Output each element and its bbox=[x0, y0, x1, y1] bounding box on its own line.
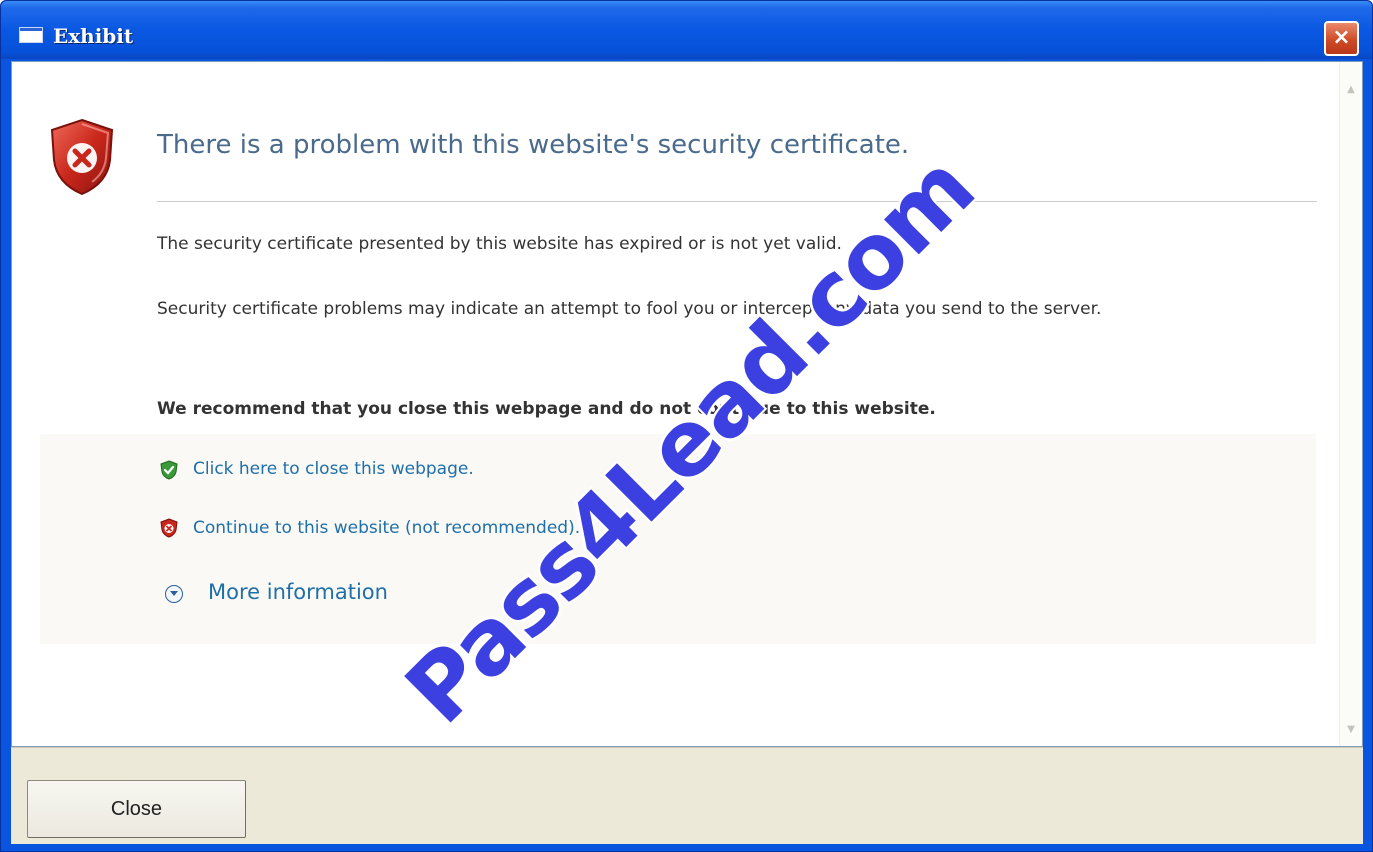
close-window-button[interactable]: × bbox=[1324, 21, 1359, 56]
close-webpage-link[interactable]: Click here to close this webpage. bbox=[193, 459, 474, 479]
page-title: There is a problem with this website's s… bbox=[157, 130, 910, 160]
scroll-up-icon[interactable]: ▲ bbox=[1343, 82, 1359, 98]
chevron-down-circle-icon[interactable] bbox=[165, 585, 183, 603]
window-title: Exhibit bbox=[53, 24, 134, 48]
more-information-link[interactable]: More information bbox=[208, 580, 388, 604]
recommendation-message: We recommend that you close this webpage… bbox=[157, 399, 936, 419]
dialog-footer: Close bbox=[11, 747, 1363, 844]
error-shield-icon bbox=[50, 118, 114, 196]
warning-message: Security certificate problems may indica… bbox=[157, 299, 1102, 319]
continue-link[interactable]: Continue to this website (not recommende… bbox=[193, 518, 580, 538]
red-x-shield-icon bbox=[160, 518, 178, 538]
vertical-scrollbar[interactable]: ▲ ▼ bbox=[1339, 62, 1362, 746]
divider bbox=[157, 201, 1317, 202]
expired-message: The security certificate presented by th… bbox=[157, 234, 842, 254]
close-button[interactable]: Close bbox=[27, 780, 246, 838]
window-icon bbox=[19, 27, 43, 43]
exhibit-window: Exhibit × ▲ ▼ There is a problem with th… bbox=[0, 0, 1373, 852]
title-bar[interactable]: Exhibit × bbox=[1, 1, 1372, 59]
content-area: ▲ ▼ There is a problem with this website… bbox=[11, 61, 1363, 747]
green-check-shield-icon bbox=[160, 460, 178, 480]
scroll-down-icon[interactable]: ▼ bbox=[1343, 722, 1359, 738]
